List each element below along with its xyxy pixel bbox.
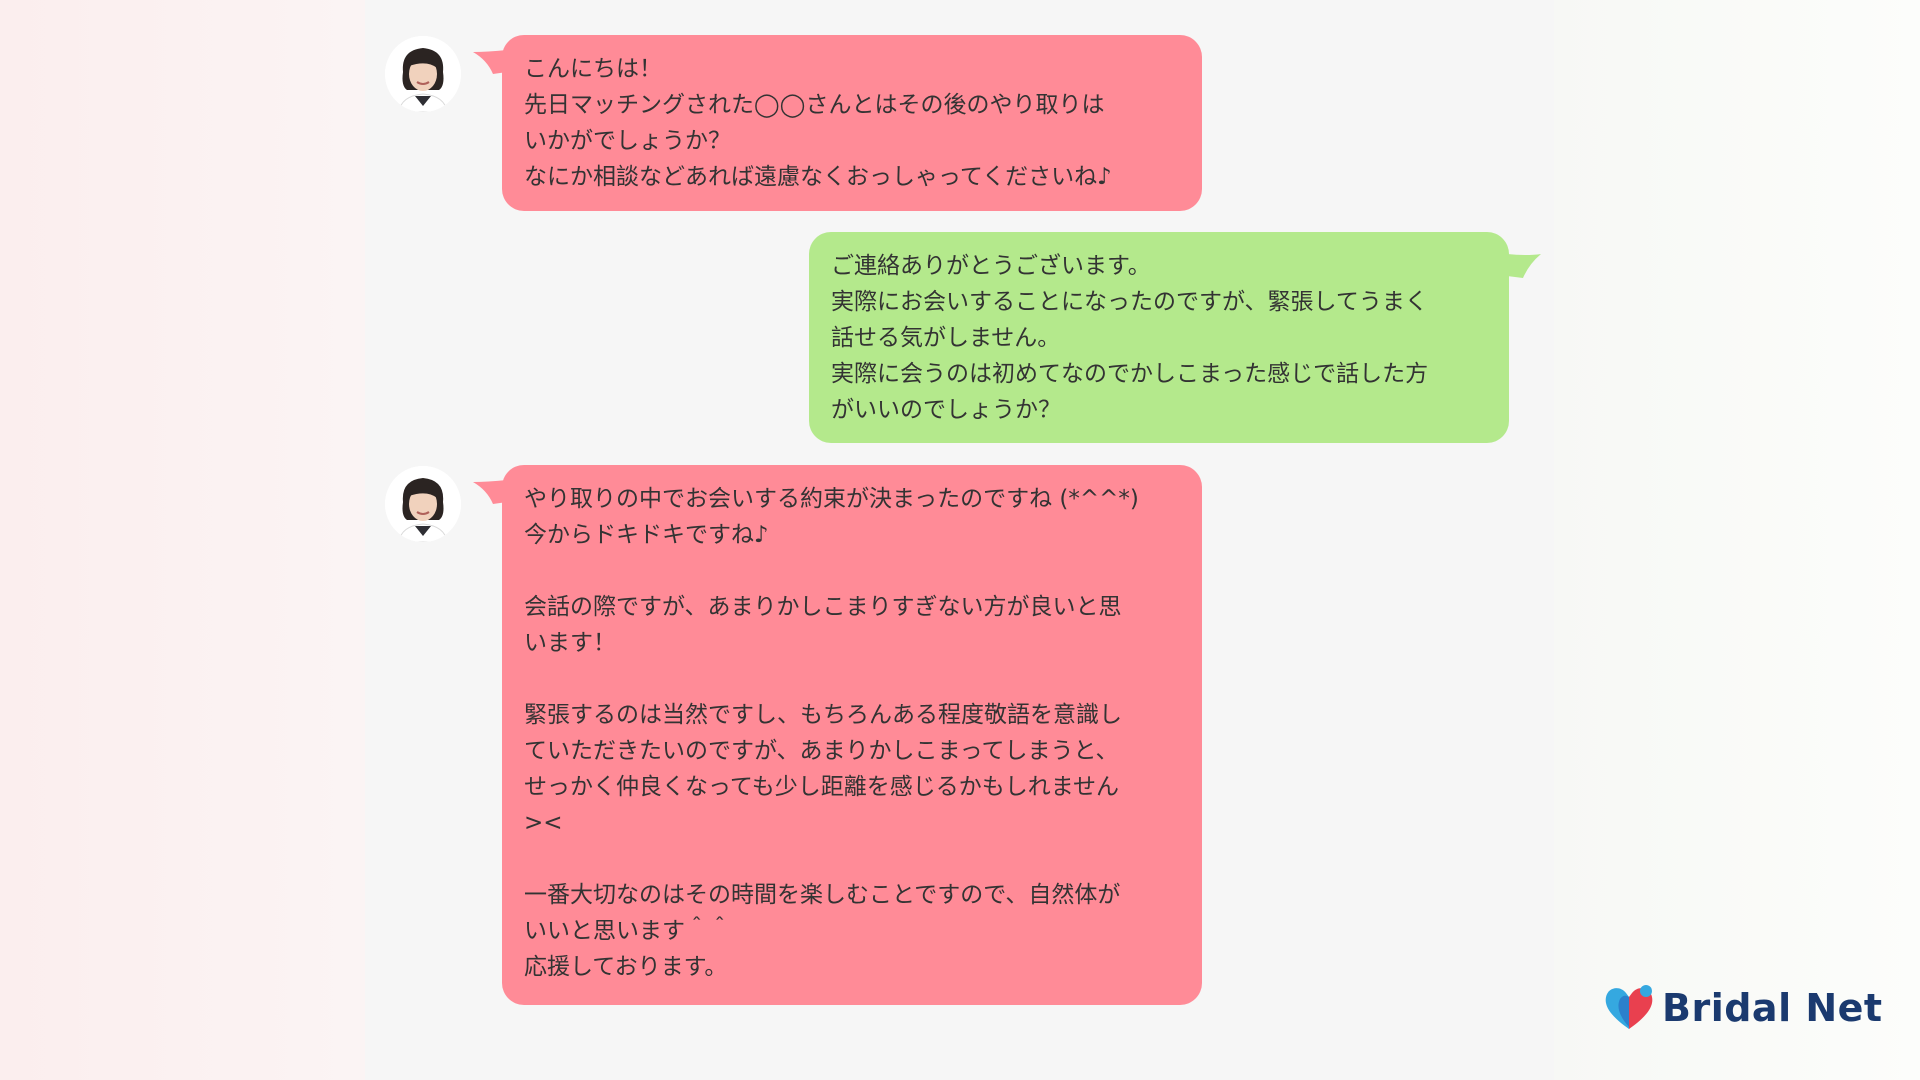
- brand-name: Bridal Net: [1662, 986, 1883, 1030]
- bubble-tail: [1507, 254, 1541, 278]
- right-backdrop: [1554, 0, 1920, 1080]
- message-bubble[interactable]: やり取りの中でお会いする約束が決まったのですね (*^^*) 今からドキドキです…: [502, 465, 1202, 1005]
- advisor-avatar: [385, 466, 461, 542]
- left-backdrop: [0, 0, 365, 1080]
- message-bubble[interactable]: ご連絡ありがとうございます。 実際にお会いすることになったのですが、緊張してうま…: [809, 232, 1509, 443]
- message-bubble[interactable]: こんにちは！ 先日マッチングされた◯◯さんとはその後のやり取りは いかがでしょう…: [502, 35, 1202, 211]
- advisor-avatar: [385, 36, 461, 112]
- brand-logo[interactable]: Bridal Net: [1602, 982, 1883, 1034]
- chat-panel[interactable]: こんにちは！ 先日マッチングされた◯◯さんとはその後のやり取りは いかがでしょう…: [365, 0, 1554, 1080]
- heart-logo-icon: [1605, 985, 1653, 1029]
